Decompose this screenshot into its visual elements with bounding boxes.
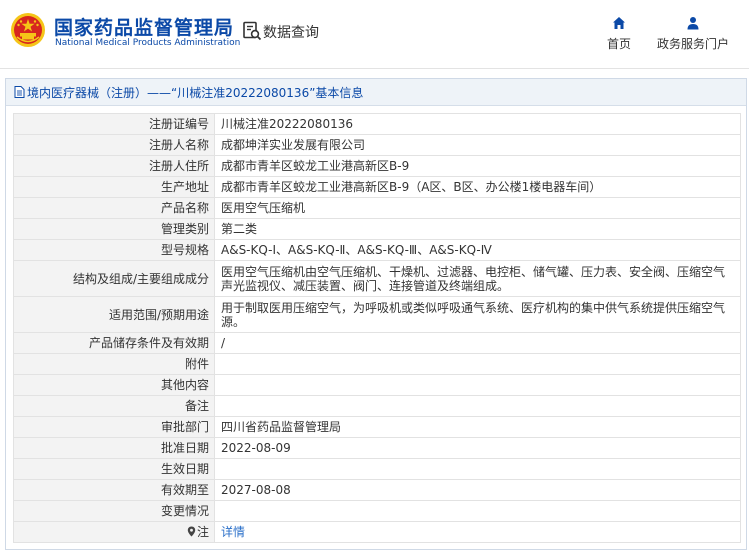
field-label: 注册人名称 (13, 134, 215, 156)
field-value (214, 374, 741, 396)
basic-info-panel: 境内医疗器械（注册）——“川械注准20222080136”基本信息 注册证编号 … (5, 78, 747, 550)
field-value (214, 500, 741, 522)
table-row: 批准日期 2022-08-09 (13, 437, 741, 459)
table-row: 注册人住所 成都市青羊区蛟龙工业港高新区B-9 (13, 155, 741, 177)
table-row: 生效日期 (13, 458, 741, 480)
table-row: 附件 (13, 353, 741, 375)
field-label: 附件 (13, 353, 215, 375)
field-value (214, 458, 741, 480)
site-header: 国家药品监督管理局 National Medical Products Admi… (0, 0, 749, 62)
note-label: 注 (13, 521, 215, 543)
field-label: 注册人住所 (13, 155, 215, 177)
field-label: 生效日期 (13, 458, 215, 480)
table-row: 产品储存条件及有效期 / (13, 332, 741, 354)
details-link[interactable]: 详情 (221, 525, 245, 539)
national-emblem-icon[interactable] (10, 12, 46, 48)
data-search-icon[interactable] (242, 21, 262, 41)
table-row: 型号规格 A&S-KQ-Ⅰ、A&S-KQ-Ⅱ、A&S-KQ-Ⅲ、A&S-KQ-Ⅳ (13, 239, 741, 261)
field-label: 批准日期 (13, 437, 215, 459)
field-label: 管理类别 (13, 218, 215, 240)
field-label: 变更情况 (13, 500, 215, 522)
field-label: 产品名称 (13, 197, 215, 219)
field-value: A&S-KQ-Ⅰ、A&S-KQ-Ⅱ、A&S-KQ-Ⅲ、A&S-KQ-Ⅳ (214, 239, 741, 261)
table-row: 结构及组成/主要组成成分 医用空气压缩机由空气压缩机、干燥机、过滤器、电控柜、储… (13, 260, 741, 297)
field-value: 2027-08-08 (214, 479, 741, 501)
field-label: 结构及组成/主要组成成分 (13, 260, 215, 297)
field-label: 产品储存条件及有效期 (13, 332, 215, 354)
panel-header: 境内医疗器械（注册）——“川械注准20222080136”基本信息 (6, 79, 746, 106)
field-value: 用于制取医用压缩空气，为呼吸机或类似呼吸通气系统、医疗机构的集中供气系统提供压缩… (214, 296, 741, 333)
note-label-text: 注 (196, 525, 209, 539)
field-value: 四川省药品监督管理局 (214, 416, 741, 438)
field-label: 其他内容 (13, 374, 215, 396)
field-label: 有效期至 (13, 479, 215, 501)
field-value: 医用空气压缩机 (214, 197, 741, 219)
table-row: 注册人名称 成都坤洋实业发展有限公司 (13, 134, 741, 156)
registration-info-table: 注册证编号 川械注准20222080136 注册人名称 成都坤洋实业发展有限公司… (13, 113, 741, 543)
nav-home-label: 首页 (606, 37, 631, 51)
table-row: 备注 (13, 395, 741, 417)
data-search-link[interactable]: 数据查询 (263, 22, 319, 42)
field-value: / (214, 332, 741, 354)
table-row: 审批部门 四川省药品监督管理局 (13, 416, 741, 438)
document-icon (14, 86, 25, 98)
panel-title: 境内医疗器械（注册）——“川械注准20222080136”基本信息 (27, 85, 364, 100)
table-row: 适用范围/预期用途 用于制取医用压缩空气，为呼吸机或类似呼吸通气系统、医疗机构的… (13, 296, 741, 333)
nav-service-portal-label: 政务服务门户 (656, 37, 729, 51)
field-value: 成都坤洋实业发展有限公司 (214, 134, 741, 156)
field-value: 川械注准20222080136 (214, 113, 741, 135)
field-value: 成都市青羊区蛟龙工业港高新区B-9 (214, 155, 741, 177)
home-icon (613, 17, 625, 29)
location-pin-icon (187, 526, 196, 537)
user-icon (687, 17, 699, 30)
field-value (214, 395, 741, 417)
table-row: 注 详情 (13, 521, 741, 543)
brand-subtitle[interactable]: National Medical Products Administration (55, 38, 240, 48)
table-row: 其他内容 (13, 374, 741, 396)
nav-home[interactable]: 首页 (604, 16, 634, 52)
field-label: 适用范围/预期用途 (13, 296, 215, 333)
table-row: 管理类别 第二类 (13, 218, 741, 240)
field-value: 医用空气压缩机由空气压缩机、干燥机、过滤器、电控柜、储气罐、压力表、安全阀、压缩… (214, 260, 741, 297)
field-value (214, 353, 741, 375)
table-row: 注册证编号 川械注准20222080136 (13, 113, 741, 135)
field-label: 型号规格 (13, 239, 215, 261)
field-value: 详情 (214, 521, 741, 543)
table-row: 产品名称 医用空气压缩机 (13, 197, 741, 219)
brand-title[interactable]: 国家药品监督管理局 (54, 13, 234, 40)
table-row: 有效期至 2027-08-08 (13, 479, 741, 501)
table-row: 生产地址 成都市青羊区蛟龙工业港高新区B-9（A区、B区、办公楼1楼电器车间） (13, 176, 741, 198)
nav-service-portal[interactable]: 政务服务门户 (655, 16, 731, 52)
table-row: 变更情况 (13, 500, 741, 522)
field-label: 注册证编号 (13, 113, 215, 135)
field-label: 生产地址 (13, 176, 215, 198)
field-label: 备注 (13, 395, 215, 417)
field-value: 2022-08-09 (214, 437, 741, 459)
field-value: 第二类 (214, 218, 741, 240)
field-label: 审批部门 (13, 416, 215, 438)
header-divider (0, 68, 749, 69)
field-value: 成都市青羊区蛟龙工业港高新区B-9（A区、B区、办公楼1楼电器车间） (214, 176, 741, 198)
